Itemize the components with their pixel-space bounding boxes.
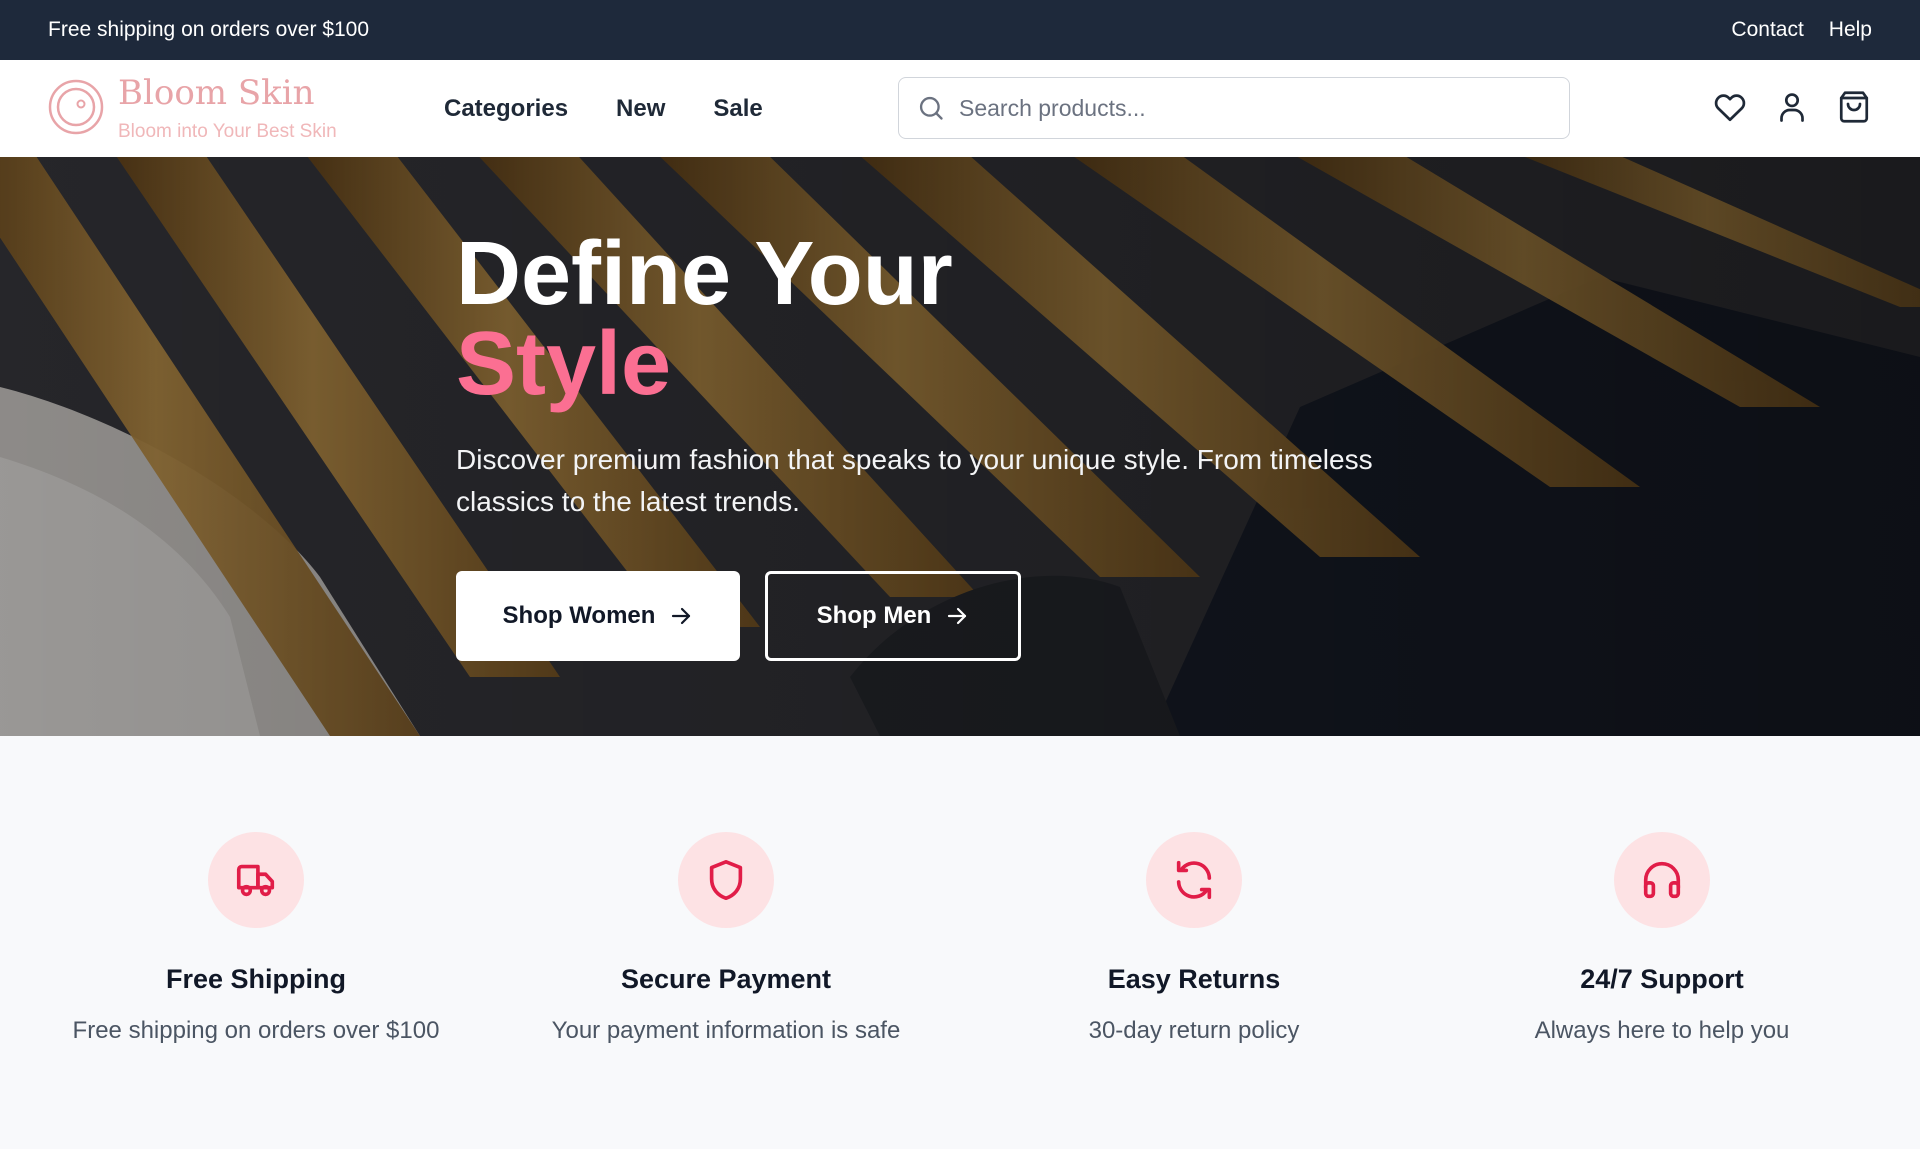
feature-description: Your payment information is safe [551,1017,901,1044]
announcement-bar: Free shipping on orders over $100 Contac… [0,0,1920,60]
nav-categories[interactable]: Categories [444,95,568,123]
shop-men-label: Shop Men [816,602,932,629]
hero-title-accent: Style [456,314,672,414]
topbar-links: Contact Help [1731,18,1872,42]
nav-new[interactable]: New [616,95,665,123]
shop-men-button[interactable]: Shop Men [765,571,1021,661]
search-input[interactable] [959,94,1539,122]
brand-logo[interactable]: Bloom Skin Bloom into Your Best Skin [48,73,337,143]
hero-content: Define Your Style Discover premium fashi… [456,229,1456,661]
arrow-right-icon [948,607,967,625]
header-actions [1712,89,1872,125]
shop-women-label: Shop Women [502,602,656,629]
feature-title: Easy Returns [1107,964,1281,994]
feature-title: 24/7 Support [1580,964,1744,994]
feature-title: Free Shipping [165,964,346,994]
announcement-text: Free shipping on orders over $100 [48,18,370,41]
contact-link[interactable]: Contact [1731,18,1803,42]
search-icon [919,96,943,120]
arrow-right-icon [672,607,691,625]
main-nav: Categories New Sale [444,60,763,157]
hero-banner: Define Your Style Discover premium fashi… [0,157,1920,736]
feature-secure-payment: Secure Payment Your payment information … [486,832,966,1045]
headphones-icon [1643,861,1681,899]
hero-actions: Shop Women Shop Men [456,571,1456,661]
feature-support: 24/7 Support Always here to help you [1422,832,1902,1045]
brand-name: Bloom Skin [118,73,315,113]
help-link[interactable]: Help [1829,18,1872,42]
search-box [898,77,1570,139]
feature-easy-returns: Easy Returns 30-day return policy [954,832,1434,1045]
truck-icon [236,864,275,897]
shop-women-button[interactable]: Shop Women [456,571,740,661]
heart-icon[interactable] [1712,89,1748,125]
feature-description: 30-day return policy [1088,1017,1300,1044]
shield-icon [709,859,743,901]
site-header: Bloom Skin Bloom into Your Best Skin Cat… [0,60,1920,157]
shopping-bag-icon[interactable] [1836,89,1872,125]
refresh-icon [1176,860,1212,900]
brand-tagline: Bloom into Your Best Skin [118,121,337,142]
hero-description: Discover premium fashion that speaks to … [456,444,1373,517]
feature-description: Free shipping on orders over $100 [72,1017,440,1044]
user-icon[interactable] [1774,89,1810,125]
feature-title: Secure Payment [620,964,832,994]
features-section: Free Shipping Free shipping on orders ov… [0,736,1920,1149]
hero-title: Define Your [456,224,953,324]
feature-description: Always here to help you [1534,1017,1790,1044]
logo-icon [48,79,104,135]
nav-sale[interactable]: Sale [713,95,762,123]
feature-free-shipping: Free Shipping Free shipping on orders ov… [16,832,496,1045]
